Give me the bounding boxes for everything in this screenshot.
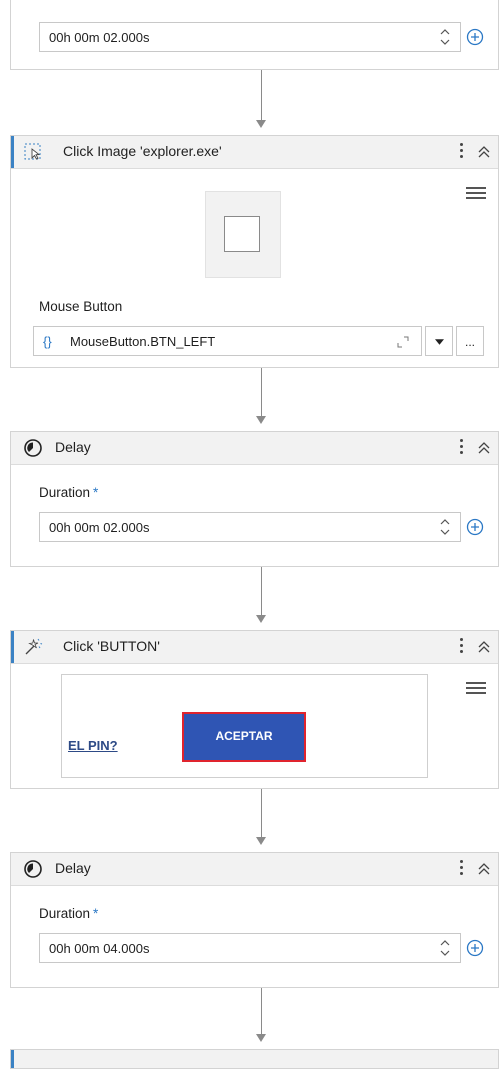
- image-placeholder-icon: [224, 216, 260, 252]
- plus-circle-icon[interactable]: [466, 28, 484, 46]
- delay-card: Delay Duration * 00h 00m 02.000s: [10, 431, 499, 567]
- collapse-chevron-icon[interactable]: [474, 859, 494, 879]
- collapse-chevron-icon[interactable]: [474, 438, 494, 458]
- duration-value: 00h 00m 04.000s: [49, 941, 150, 956]
- card-header[interactable]: Click 'BUTTON': [11, 631, 498, 664]
- connector-arrow-icon: [256, 1034, 266, 1042]
- more-options-icon[interactable]: [458, 858, 464, 880]
- menu-icon[interactable]: [466, 679, 486, 697]
- plus-circle-icon[interactable]: [466, 518, 484, 536]
- card-header[interactable]: Delay: [11, 432, 498, 465]
- delay-card-top: 00h 00m 02.000s: [10, 0, 499, 70]
- clock-icon: [24, 860, 42, 878]
- connector-line: [261, 70, 262, 120]
- menu-icon[interactable]: [466, 184, 486, 202]
- mouse-button-label: Mouse Button: [39, 299, 123, 314]
- card-header[interactable]: Delay: [11, 853, 498, 886]
- delay-card: Delay Duration * 00h 00m 04.000s: [10, 852, 499, 988]
- activity-title: Delay: [55, 860, 91, 876]
- collapse-chevron-icon[interactable]: [474, 142, 494, 162]
- preview-aceptar-button: ACEPTAR: [182, 712, 306, 762]
- mouse-button-input[interactable]: {} MouseButton.BTN_LEFT: [33, 326, 422, 356]
- connector-arrow-icon: [256, 615, 266, 623]
- click-image-card: Click Image 'explorer.exe' Mouse Button …: [10, 135, 499, 368]
- plus-circle-icon[interactable]: [466, 939, 484, 957]
- preview-link: EL PIN?: [68, 738, 118, 753]
- activity-title: Delay: [55, 439, 91, 455]
- click-image-icon: [24, 143, 41, 160]
- duration-input[interactable]: 00h 00m 04.000s: [39, 933, 461, 963]
- duration-label: Duration *: [39, 906, 98, 921]
- spinner-icon[interactable]: [438, 26, 452, 48]
- image-preview[interactable]: [205, 191, 281, 278]
- connector-line: [261, 988, 262, 1034]
- connector-line: [261, 789, 262, 837]
- duration-value: 00h 00m 02.000s: [49, 520, 150, 535]
- connector-line: [261, 368, 262, 416]
- duration-value: 00h 00m 02.000s: [49, 30, 150, 45]
- required-mark: *: [93, 485, 99, 500]
- expand-editor-icon[interactable]: [397, 336, 409, 348]
- expression-icon: {}: [43, 334, 52, 349]
- duration-input[interactable]: 00h 00m 02.000s: [39, 512, 461, 542]
- connector-arrow-icon: [256, 416, 266, 424]
- clock-icon: [24, 439, 42, 457]
- more-options-icon[interactable]: [458, 636, 464, 658]
- more-button-label: ...: [465, 335, 476, 349]
- connector-line: [261, 567, 262, 615]
- card-header[interactable]: Click Image 'explorer.exe': [11, 136, 498, 169]
- spinner-icon[interactable]: [438, 516, 452, 538]
- duration-label: Duration *: [39, 485, 98, 500]
- click-button-card: Click 'BUTTON' EL PIN? ACEPTAR: [10, 630, 499, 789]
- dropdown-button[interactable]: [425, 326, 453, 356]
- collapse-chevron-icon[interactable]: [474, 637, 494, 657]
- duration-input[interactable]: 00h 00m 02.000s: [39, 22, 461, 52]
- accent-bar: [11, 631, 14, 663]
- connector-arrow-icon: [256, 120, 266, 128]
- preview-aceptar-label: ACEPTAR: [215, 729, 273, 743]
- activity-title: Click Image 'explorer.exe': [63, 143, 222, 159]
- duration-label-text: Duration: [39, 906, 91, 921]
- activity-title: Click 'BUTTON': [63, 638, 160, 654]
- required-mark: *: [93, 906, 99, 921]
- more-options-icon[interactable]: [458, 437, 464, 459]
- accent-bar: [11, 136, 14, 168]
- click-wand-icon: [25, 638, 43, 655]
- more-options-icon[interactable]: [458, 141, 464, 163]
- accent-bar: [11, 1050, 14, 1068]
- mouse-button-value: MouseButton.BTN_LEFT: [70, 334, 216, 349]
- duration-label-text: Duration: [39, 485, 91, 500]
- spinner-icon[interactable]: [438, 937, 452, 959]
- more-button[interactable]: ...: [456, 326, 484, 356]
- next-activity-card[interactable]: [10, 1049, 499, 1069]
- element-preview[interactable]: EL PIN? ACEPTAR: [61, 674, 428, 778]
- connector-arrow-icon: [256, 837, 266, 845]
- dropdown-arrow-icon: [435, 339, 444, 345]
